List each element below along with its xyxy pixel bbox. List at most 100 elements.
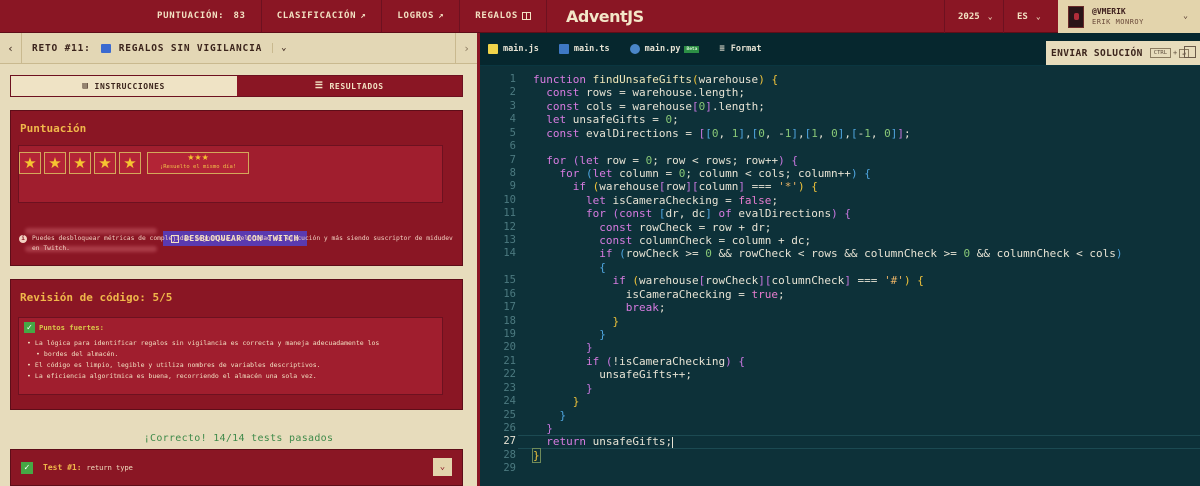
external-link-icon: ↗ <box>438 11 445 21</box>
file-tab-py[interactable]: main.py Beta <box>629 44 700 54</box>
language-selector[interactable]: ES ⌄ <box>1003 0 1058 33</box>
code-line: 10 let isCameraChecking = false; <box>503 193 779 207</box>
list-item-continued: bordes del almacén. <box>27 349 437 360</box>
javascript-icon <box>488 44 498 54</box>
tab-results[interactable]: ☰ RESULTADOS <box>236 76 462 96</box>
shortcut-plus: + <box>1173 49 1178 57</box>
code-review-card: Revisión de código: 5/5 ✓ Puntos fuertes… <box>10 279 463 410</box>
avatar <box>1068 5 1084 28</box>
code-line: 25 } <box>503 408 567 422</box>
tab-instructions-label: INSTRUCCIONES <box>94 81 165 91</box>
code-line: 14 if (rowCheck >= 0 && rowCheck < rows … <box>503 247 1123 261</box>
same-day-bonus: ★★★ ¡Resuelto el mismo día! <box>147 152 249 174</box>
list-icon: ☰ <box>314 81 324 91</box>
chevron-left-icon[interactable]: ‹ <box>0 32 22 64</box>
tab-instructions[interactable]: ▤ INSTRUCCIONES <box>11 76 237 96</box>
check-icon: ✓ <box>24 322 35 333</box>
submit-solution-button[interactable]: ENVIAR SOLUCIÓN CTRL + ↵ <box>1046 41 1200 65</box>
code-line: 5 const evalDirections = [[0, 1],[0, -1]… <box>509 126 911 140</box>
twitch-note: i Puedes desbloquear métricas de complej… <box>19 234 455 254</box>
achievements-label: LOGROS <box>397 11 435 21</box>
file-tab-js[interactable]: main.js <box>488 44 539 54</box>
adventjs-logo[interactable]: AdventJS <box>566 7 644 26</box>
format-label: Format <box>730 44 762 54</box>
chevron-down-icon: ⌄ <box>1183 11 1188 20</box>
code-line: 18 } <box>503 314 620 328</box>
code-line: 23 } <box>503 381 593 395</box>
test-item[interactable]: ✓ Test #1: return type ⌄ <box>10 449 463 486</box>
gifts-link[interactable]: REGALOS <box>460 0 548 32</box>
username: @VMERIK <box>1092 6 1126 16</box>
beta-badge: Beta <box>684 45 700 53</box>
year-value: 2025 <box>958 11 980 22</box>
check-icon: ✓ <box>21 461 33 474</box>
bonus-text: ¡Resuelto el mismo día! <box>159 164 237 170</box>
list-item: La lógica para identificar regalos sin v… <box>27 338 437 349</box>
challenge-number: RETO #11: <box>32 42 91 54</box>
strengths-title: Puntos fuertes: <box>39 323 104 332</box>
code-line: 24 } <box>503 395 580 409</box>
code-line: 19 } <box>503 328 606 342</box>
chevron-down-icon: ⌄ <box>272 43 287 53</box>
gifts-label: REGALOS <box>475 11 519 21</box>
star-icon: ★ <box>44 152 66 174</box>
external-link-icon: ↗ <box>360 11 367 21</box>
shortcut-ctrl: CTRL <box>1149 48 1172 58</box>
user-menu[interactable]: @VMERIK ERIK MONROY ⌄ <box>1058 0 1200 33</box>
code-line: 15 if (warehouse[rowCheck][columnCheck] … <box>503 274 924 288</box>
code-line: 9 if (warehouse[row][column] === '*') { <box>509 180 818 194</box>
challenge-header: ‹ RETO #11: REGALOS SIN VIGILANCIA ⌄ › <box>0 32 477 64</box>
challenge-selector[interactable]: RETO #11: REGALOS SIN VIGILANCIA ⌄ <box>22 43 287 54</box>
code-line: 12 const rowCheck = row + dr; <box>503 220 772 234</box>
top-navigation: PUNTUACIÓN: 83 CLASIFICACIÓN ↗ LOGROS ↗ … <box>0 0 1200 33</box>
format-button[interactable]: ≡ Format <box>719 44 761 54</box>
code-line: 16 isCameraChecking = true; <box>503 287 785 301</box>
test-name: Test #1: <box>43 463 82 472</box>
code-line: 21 if (!isCameraChecking) { <box>503 354 745 368</box>
code-line: { <box>599 260 606 274</box>
code-line: 22 unsafeGifts++; <box>503 368 692 382</box>
code-area[interactable]: 1 function findUnsafeGifts(warehouse) { 2… <box>480 73 1200 486</box>
twitch-note-text: Puedes desbloquear métricas de complejid… <box>32 235 453 252</box>
expand-icon[interactable] <box>1184 46 1196 58</box>
year-selector[interactable]: 2025 ⌄ <box>944 0 1003 33</box>
left-panel: ‹ RETO #11: REGALOS SIN VIGILANCIA ⌄ › ▤… <box>0 32 477 486</box>
stars-box: ★ ★ ★ ★ ★ ★★★ ¡Resuelto el mismo día! <box>18 145 443 203</box>
score-indicator[interactable]: PUNTUACIÓN: 83 <box>0 0 262 32</box>
list-item: El código es limpio, legible y utiliza n… <box>27 360 437 371</box>
chevron-down-icon: ⌄ <box>1035 12 1041 21</box>
code-line: 4 let unsafeGifts = 0; <box>509 113 679 127</box>
ranking-label: CLASIFICACIÓN <box>276 11 357 21</box>
code-line: 20 } <box>503 341 593 355</box>
code-line: 17 break; <box>503 301 666 315</box>
format-icon: ≡ <box>719 44 725 54</box>
tab-results-label: RESULTADOS <box>329 81 384 91</box>
code-line: 3 const cols = warehouse[0].length; <box>509 99 765 113</box>
star-icon: ★ <box>69 152 91 174</box>
file-name: main.py <box>644 44 681 54</box>
chevron-right-icon[interactable]: › <box>455 33 477 64</box>
language-value: ES <box>1017 11 1028 22</box>
python-icon <box>629 44 640 54</box>
chevron-down-icon: ⌄ <box>987 12 993 21</box>
code-line: 29 <box>503 462 516 475</box>
ranking-link[interactable]: CLASIFICACIÓN ↗ <box>262 0 383 32</box>
score-card: Puntuación ★ ★ ★ ★ ★ ★★★ ¡Resuelto el mi… <box>10 110 463 266</box>
user-real-name: ERIK MONROY <box>1092 17 1144 26</box>
code-line-current: 27 return unsafeGifts; <box>480 435 1200 449</box>
star-icon: ★ <box>94 152 116 174</box>
code-line: 8 for (let column = 0; column < cols; co… <box>509 166 871 180</box>
code-editor: main.js main.ts main.py Beta ≡ Format EN… <box>477 33 1200 486</box>
file-tab-ts[interactable]: main.ts <box>558 44 610 54</box>
typescript-icon <box>558 44 569 54</box>
tests-summary: ¡Correcto! 14/14 tests pasados <box>143 433 334 444</box>
code-line: 2 const rows = warehouse.length; <box>509 86 745 100</box>
code-line: 1 function findUnsafeGifts(warehouse) { <box>509 73 779 86</box>
strengths-box: ✓ Puntos fuertes: La lógica para identif… <box>18 317 443 395</box>
achievements-link[interactable]: LOGROS ↗ <box>382 0 461 32</box>
strengths-list: La lógica para identificar regalos sin v… <box>24 338 437 382</box>
chevron-down-icon[interactable]: ⌄ <box>433 458 452 476</box>
submit-label: ENVIAR SOLUCIÓN <box>1051 47 1143 59</box>
code-line: 11 for (const [dr, dc] of evalDirections… <box>503 207 851 221</box>
file-name: main.js <box>503 44 539 54</box>
